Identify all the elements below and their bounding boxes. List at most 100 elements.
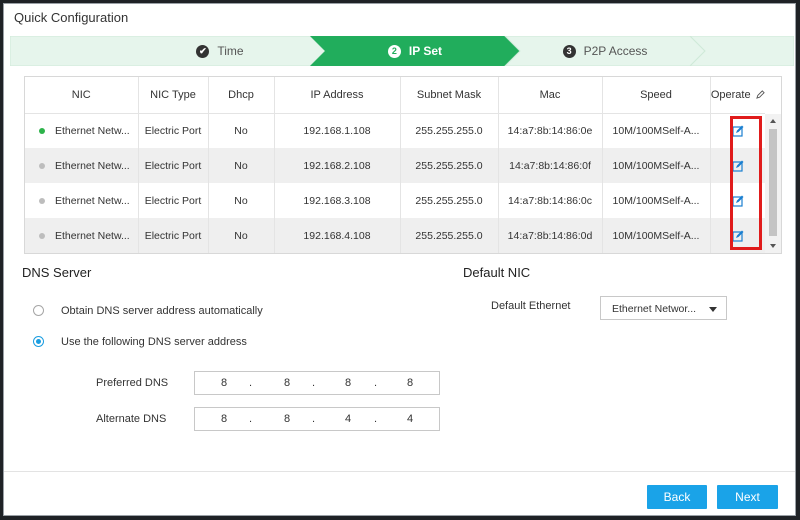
scroll-down-icon[interactable] xyxy=(765,241,781,251)
step-p2p-label: P2P Access xyxy=(583,44,648,58)
status-dot xyxy=(39,162,45,169)
default-ethernet-value: Ethernet Networ... xyxy=(612,303,697,315)
table-row[interactable]: Ethernet Netw... Electric Port No 192.16… xyxy=(25,218,765,253)
step-p2p-access[interactable]: 3 P2P Access xyxy=(540,36,670,66)
dhcp-cell: No xyxy=(208,183,275,218)
nic-name: Ethernet Netw... xyxy=(55,229,130,242)
column-header-nic-type[interactable]: NIC Type xyxy=(138,77,209,114)
alternate-dns-label: Alternate DNS xyxy=(96,413,167,425)
ip-address-cell: 192.168.4.108 xyxy=(274,218,401,253)
default-ethernet-select[interactable]: Ethernet Networ... xyxy=(600,296,727,320)
step-number-icon: 3 xyxy=(562,44,576,58)
column-header-ip-address[interactable]: IP Address xyxy=(274,77,401,114)
status-dot xyxy=(39,127,45,134)
table-row[interactable]: Ethernet Netw... Electric Port No 192.16… xyxy=(25,183,765,218)
nic-table: NIC NIC Type Dhcp IP Address Subnet Mask… xyxy=(24,76,782,254)
mac-cell: 14:a7:8b:14:86:0f xyxy=(498,148,603,183)
alternate-dns-input[interactable]: 8 . 8 . 4 . 4 xyxy=(194,407,440,431)
nic-type-cell: Electric Port xyxy=(138,218,209,253)
check-icon: ✔ xyxy=(196,44,210,58)
column-header-subnet-mask[interactable]: Subnet Mask xyxy=(400,77,499,114)
table-header-row: NIC NIC Type Dhcp IP Address Subnet Mask… xyxy=(25,77,765,114)
wizard-steps: ✔ Time 2 IP Set 3 P2P Access xyxy=(10,36,794,66)
dns-manual-label[interactable]: Use the following DNS server address xyxy=(61,336,247,348)
speed-cell: 10M/100MSelf-A... xyxy=(602,148,711,183)
default-ethernet-label: Default Ethernet xyxy=(491,300,571,312)
status-dot xyxy=(39,232,45,239)
nic-name: Ethernet Netw... xyxy=(55,159,130,172)
ip-octet: 8 xyxy=(345,377,352,389)
subnet-mask-cell: 255.255.255.0 xyxy=(400,183,499,218)
table-scrollbar[interactable] xyxy=(765,114,781,253)
ip-octet: 8 xyxy=(407,377,414,389)
speed-cell: 10M/100MSelf-A... xyxy=(602,218,711,253)
ip-octet: 4 xyxy=(407,413,414,425)
mac-cell: 14:a7:8b:14:86:0d xyxy=(498,218,603,253)
dns-server-title: DNS Server xyxy=(22,265,92,280)
ip-octet: 4 xyxy=(345,413,352,425)
preferred-dns-input[interactable]: 8 . 8 . 8 . 8 xyxy=(194,371,440,395)
ip-octet: 8 xyxy=(221,377,228,389)
step-time-label: Time xyxy=(217,44,244,58)
step-ip-set-label: IP Set xyxy=(408,44,443,58)
highlight-box xyxy=(730,116,762,250)
nic-name: Ethernet Netw... xyxy=(55,124,130,137)
column-header-speed[interactable]: Speed xyxy=(602,77,711,114)
nic-cell: Ethernet Netw... xyxy=(25,148,139,183)
scrollbar-thumb[interactable] xyxy=(769,129,777,236)
ip-octet: 8 xyxy=(284,413,291,425)
step-time[interactable]: ✔ Time xyxy=(160,36,280,66)
subnet-mask-cell: 255.255.255.0 xyxy=(400,218,499,253)
next-button[interactable]: Next xyxy=(717,485,778,509)
ip-address-cell: 192.168.1.108 xyxy=(274,113,401,148)
ip-dot: . xyxy=(312,413,316,425)
nic-cell: Ethernet Netw... xyxy=(25,218,139,253)
ip-octet: 8 xyxy=(284,377,291,389)
preferred-dns-label: Preferred DNS xyxy=(96,377,169,389)
speed-cell: 10M/100MSelf-A... xyxy=(602,113,711,148)
quick-configuration-dialog: Quick Configuration ✔ Time 2 IP Set 3 P2… xyxy=(3,3,796,516)
column-header-nic[interactable]: NIC xyxy=(25,77,139,114)
step-ip-set[interactable]: 2 IP Set xyxy=(355,36,475,66)
dhcp-cell: No xyxy=(208,218,275,253)
column-header-mac[interactable]: Mac xyxy=(498,77,603,114)
nic-name: Ethernet Netw... xyxy=(55,194,130,207)
dns-auto-radio[interactable] xyxy=(33,305,44,316)
ip-address-cell: 192.168.3.108 xyxy=(274,183,401,218)
status-dot xyxy=(39,197,45,204)
dialog-title: Quick Configuration xyxy=(14,10,129,25)
dhcp-cell: No xyxy=(208,148,275,183)
table-row[interactable]: Ethernet Netw... Electric Port No 192.16… xyxy=(25,148,765,183)
chevron-down-icon xyxy=(709,307,717,312)
mac-cell: 14:a7:8b:14:86:0e xyxy=(498,113,603,148)
nic-cell: Ethernet Netw... xyxy=(25,113,139,148)
subnet-mask-cell: 255.255.255.0 xyxy=(400,148,499,183)
pencil-icon xyxy=(755,90,765,100)
mac-cell: 14:a7:8b:14:86:0c xyxy=(498,183,603,218)
column-header-operate[interactable]: Operate xyxy=(710,77,765,114)
scroll-up-icon[interactable] xyxy=(765,116,781,126)
dns-manual-radio[interactable] xyxy=(33,336,44,347)
subnet-mask-cell: 255.255.255.0 xyxy=(400,113,499,148)
ip-octet: 8 xyxy=(221,413,228,425)
nic-type-cell: Electric Port xyxy=(138,148,209,183)
dns-auto-label[interactable]: Obtain DNS server address automatically xyxy=(61,305,263,317)
ip-dot: . xyxy=(374,377,378,389)
ip-dot: . xyxy=(312,377,316,389)
ip-dot: . xyxy=(249,377,253,389)
default-nic-title: Default NIC xyxy=(463,265,531,280)
dhcp-cell: No xyxy=(208,113,275,148)
ip-dot: . xyxy=(249,413,253,425)
speed-cell: 10M/100MSelf-A... xyxy=(602,183,711,218)
ip-dot: . xyxy=(374,413,378,425)
ip-address-cell: 192.168.2.108 xyxy=(274,148,401,183)
nic-cell: Ethernet Netw... xyxy=(25,183,139,218)
table-row[interactable]: Ethernet Netw... Electric Port No 192.16… xyxy=(25,113,765,148)
step-number-icon: 2 xyxy=(387,44,401,58)
dialog-footer: Back Next xyxy=(4,471,795,515)
operate-label: Operate xyxy=(710,88,751,101)
back-button[interactable]: Back xyxy=(647,485,707,509)
nic-type-cell: Electric Port xyxy=(138,113,209,148)
column-header-dhcp[interactable]: Dhcp xyxy=(208,77,275,114)
nic-type-cell: Electric Port xyxy=(138,183,209,218)
